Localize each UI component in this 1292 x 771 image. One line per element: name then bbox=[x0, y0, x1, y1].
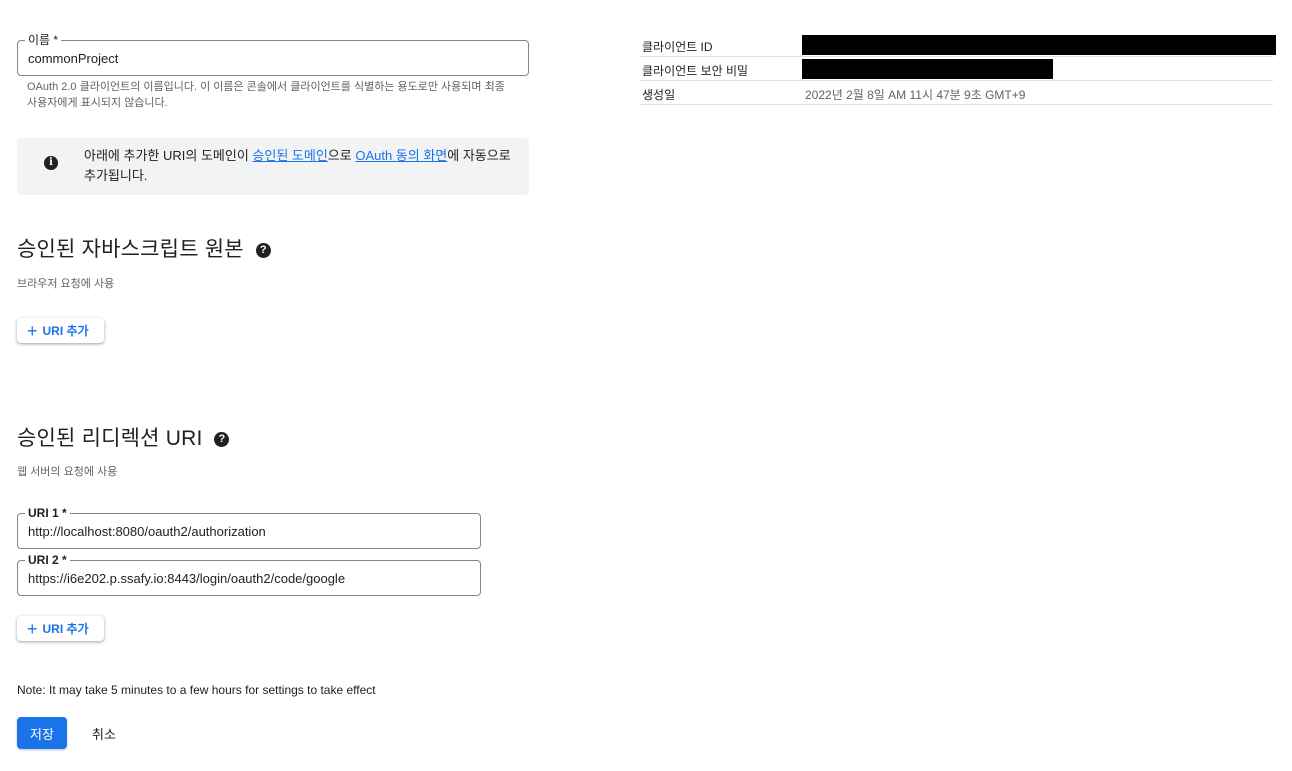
domain-info-text: 아래에 추가한 URI의 도메인이 승인된 도메인으로 OAuth 동의 화면에… bbox=[84, 148, 511, 183]
client-secret-redaction bbox=[802, 59, 1053, 79]
cancel-button[interactable]: 취소 bbox=[84, 717, 124, 749]
redirect-uri-input[interactable] bbox=[28, 561, 470, 595]
add-js-origin-button[interactable]: + URI 추가 bbox=[17, 318, 104, 343]
help-icon[interactable]: ? bbox=[255, 243, 271, 258]
domain-info-box: i 아래에 추가한 URI의 도메인이 승인된 도메인으로 OAuth 동의 화… bbox=[17, 138, 529, 195]
client-id-row: 클라이언트 ID bbox=[640, 33, 1276, 57]
help-icon[interactable]: ? bbox=[214, 432, 230, 447]
client-details-table: 클라이언트 ID 클라이언트 보안 비밀 생성일 2022년 2월 8일 AM … bbox=[640, 33, 1276, 105]
plus-icon: + bbox=[27, 320, 38, 341]
redirect-uri-field-1[interactable]: URI 1 * bbox=[17, 505, 481, 549]
js-origins-subtitle: 브라우저 요청에 사용 bbox=[17, 278, 115, 290]
plus-icon: + bbox=[27, 618, 38, 639]
add-redirect-uri-button[interactable]: + URI 추가 bbox=[17, 616, 104, 641]
info-icon: i bbox=[44, 156, 58, 170]
redirect-uri-input[interactable] bbox=[28, 514, 470, 548]
save-button[interactable]: 저장 bbox=[17, 717, 67, 749]
created-date-row: 생성일 2022년 2월 8일 AM 11시 47분 9초 GMT+9 bbox=[640, 81, 1273, 105]
redirect-uris-subtitle: 웹 서버의 요청에 사용 bbox=[17, 466, 118, 478]
client-secret-label: 클라이언트 보안 비밀 bbox=[642, 64, 749, 78]
created-label: 생성일 bbox=[642, 88, 676, 102]
authorized-domains-link[interactable]: 승인된 도메인 bbox=[252, 148, 327, 163]
redirect-uri-field-2[interactable]: URI 2 * bbox=[17, 552, 481, 596]
oauth-consent-screen-link[interactable]: OAuth 동의 화면 bbox=[355, 148, 447, 163]
client-secret-row: 클라이언트 보안 비밀 bbox=[640, 57, 1273, 81]
settings-note: Note: It may take 5 minutes to a few hou… bbox=[17, 683, 376, 697]
name-field-hint: OAuth 2.0 클라이언트의 이름입니다. 이 이름은 콘솔에서 클라이언트… bbox=[27, 81, 505, 109]
client-id-label: 클라이언트 ID bbox=[642, 40, 713, 54]
js-origins-title: 승인된 자바스크립트 원본? bbox=[17, 233, 271, 263]
oauth-client-edit-page: 이름 * OAuth 2.0 클라이언트의 이름입니다. 이 이름은 콘솔에서 … bbox=[0, 0, 1292, 771]
name-input[interactable] bbox=[28, 41, 518, 75]
name-field[interactable]: 이름 * bbox=[17, 32, 529, 76]
created-value: 2022년 2월 8일 AM 11시 47분 9초 GMT+9 bbox=[805, 88, 1026, 102]
client-id-redaction bbox=[802, 35, 1276, 55]
redirect-uris-title: 승인된 리디렉션 URI? bbox=[17, 422, 230, 452]
